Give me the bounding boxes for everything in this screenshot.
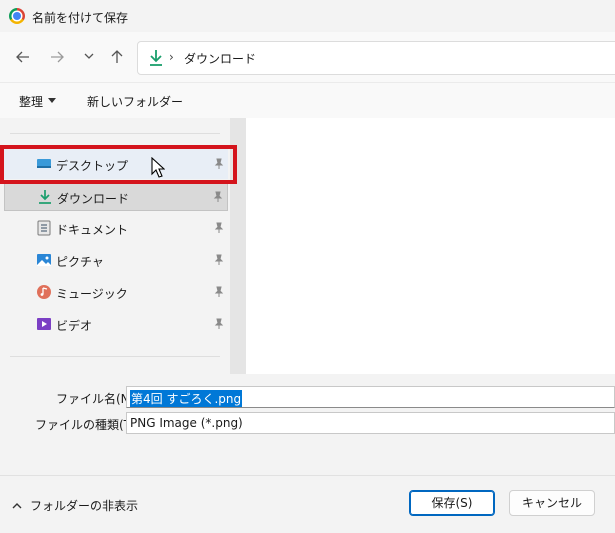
- music-icon: [36, 284, 52, 300]
- file-list-area[interactable]: [246, 118, 615, 374]
- organize-button[interactable]: 整理: [19, 93, 43, 110]
- sidebar-item-label: ダウンロード: [57, 192, 130, 206]
- sidebar-item-label: ミュージック: [56, 287, 128, 301]
- title-bar: 名前を付けて保存: [0, 0, 615, 32]
- video-icon: [36, 316, 52, 332]
- back-arrow-icon[interactable]: [14, 49, 32, 67]
- sidebar-item-label: ビデオ: [56, 319, 93, 333]
- filetype-label: ファイルの種類(T):: [35, 418, 140, 432]
- sidebar-divider: [10, 133, 220, 134]
- pin-icon[interactable]: [214, 318, 224, 330]
- pin-icon[interactable]: [214, 254, 224, 266]
- filename-value[interactable]: 第4回 すごろく.png: [130, 390, 243, 407]
- navigation-bar: › ダウンロード: [0, 32, 615, 82]
- forward-arrow-icon[interactable]: [48, 49, 66, 67]
- filename-field[interactable]: 第4回 すごろく.png: [126, 386, 615, 408]
- mouse-cursor-icon: [151, 157, 165, 178]
- download-icon: [37, 189, 53, 205]
- sidebar-divider: [10, 356, 220, 357]
- highlight-annotation-box: [0, 145, 237, 184]
- filetype-value[interactable]: PNG Image (*.png): [130, 416, 243, 430]
- breadcrumb-location[interactable]: ダウンロード: [184, 50, 256, 67]
- cancel-button[interactable]: キャンセル: [509, 490, 595, 516]
- chrome-icon: [9, 8, 25, 24]
- window-title: 名前を付けて保存: [32, 11, 129, 25]
- sidebar-item-label: ドキュメント: [56, 223, 129, 237]
- save-button[interactable]: 保存(S): [409, 490, 495, 516]
- command-toolbar: 整理 新しいフォルダー: [0, 82, 615, 118]
- organize-dropdown-icon[interactable]: [48, 98, 56, 103]
- pictures-icon: [36, 252, 52, 268]
- recent-locations-chevron-icon[interactable]: [80, 49, 98, 67]
- address-bar[interactable]: › ダウンロード: [137, 41, 615, 75]
- sidebar-item-videos[interactable]: ビデオ: [4, 309, 228, 339]
- new-folder-button[interactable]: 新しいフォルダー: [87, 93, 183, 110]
- hide-folders-label: フォルダーの非表示: [30, 499, 139, 513]
- hide-folders-toggle[interactable]: フォルダーの非表示: [12, 497, 138, 514]
- breadcrumb-separator: ›: [169, 50, 174, 64]
- pin-icon[interactable]: [214, 286, 224, 298]
- chevron-up-icon: [12, 502, 22, 508]
- sidebar-item-music[interactable]: ミュージック: [4, 277, 228, 307]
- sidebar-item-label: ピクチャ: [56, 255, 104, 269]
- sidebar-item-documents[interactable]: ドキュメント: [4, 213, 228, 243]
- up-arrow-icon[interactable]: [108, 49, 126, 67]
- download-icon: [148, 49, 164, 67]
- filetype-select[interactable]: PNG Image (*.png): [126, 412, 615, 434]
- pin-icon[interactable]: [214, 222, 224, 234]
- dialog-footer: フォルダーの非表示 保存(S) キャンセル: [0, 475, 615, 533]
- save-form: ファイル名(N): 第4回 すごろく.png ファイルの種類(T): PNG I…: [0, 374, 615, 475]
- sidebar-item-pictures[interactable]: ピクチャ: [4, 245, 228, 275]
- document-icon: [36, 220, 52, 236]
- sidebar-item-downloads[interactable]: ダウンロード: [4, 181, 228, 211]
- pin-icon[interactable]: [213, 191, 223, 203]
